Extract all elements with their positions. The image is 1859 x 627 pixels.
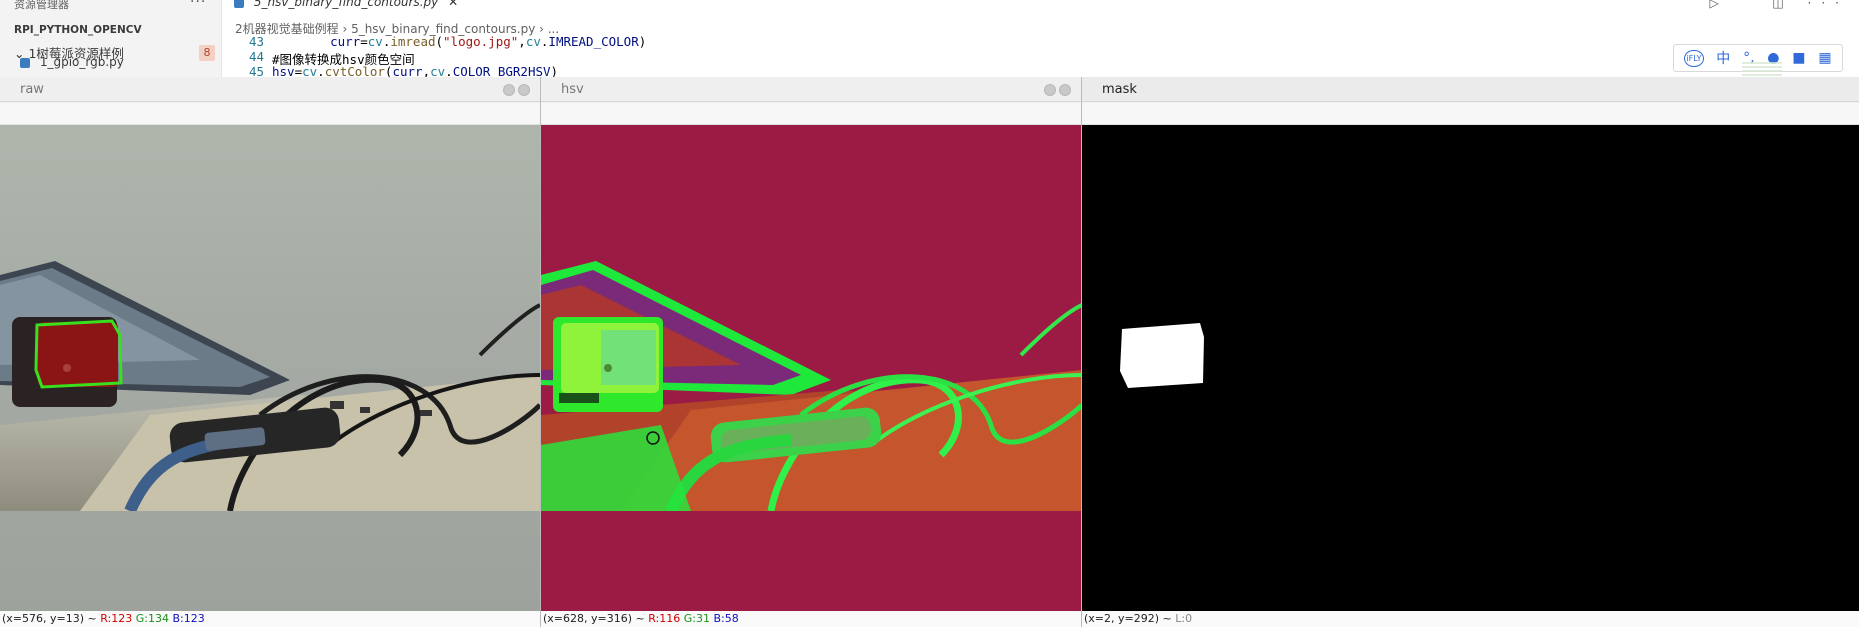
- status-bar: (x=628, y=316) ~ R:116 G:31 B:58: [541, 611, 1081, 627]
- cursor-position: (x=628, y=316) ~: [543, 612, 649, 625]
- window-titlebar[interactable]: raw: [0, 77, 540, 102]
- window-title: raw: [20, 82, 44, 97]
- blue-value: B:58: [713, 612, 739, 625]
- window-toolbar: [1082, 103, 1859, 125]
- luminance-value: L:0: [1175, 612, 1193, 625]
- explorer-more-button[interactable]: ···: [190, 0, 206, 10]
- cursor-position: (x=2, y=292) ~: [1084, 612, 1176, 625]
- chinese-mode-icon[interactable]: 中: [1716, 48, 1730, 68]
- python-file-icon: [20, 57, 30, 68]
- close-icon[interactable]: [518, 84, 530, 96]
- green-value: G:31: [683, 612, 710, 625]
- opencv-window-hsv[interactable]: hsv (x=628, y=316) ~ R:116 G:31 B:58: [540, 77, 1081, 627]
- minimap[interactable]: [1742, 62, 1782, 78]
- red-value: R:116: [648, 612, 681, 625]
- file-item[interactable]: 1_gpio_rgb.py: [20, 55, 124, 69]
- window-title: mask: [1102, 82, 1137, 97]
- mask-image[interactable]: [1082, 125, 1859, 611]
- window-controls[interactable]: [503, 84, 530, 96]
- hsv-image[interactable]: [541, 125, 1081, 611]
- window-title: hsv: [561, 82, 584, 97]
- python-file-icon: [234, 0, 244, 8]
- blue-value: B:123: [172, 612, 205, 625]
- minimize-icon[interactable]: [1044, 84, 1056, 96]
- mask-image-drawing: [1120, 323, 1204, 388]
- window-titlebar[interactable]: hsv: [541, 77, 1081, 102]
- green-value: G:134: [135, 612, 169, 625]
- code-line: curr=cv.imread("logo.jpg",cv.IMREAD_COLO…: [330, 34, 647, 49]
- ifly-logo-icon[interactable]: iFLY: [1684, 49, 1704, 67]
- tab-label: 5_hsv_binary_find_contours.py: [253, 0, 439, 9]
- grid-menu-icon[interactable]: ▦: [1818, 50, 1831, 66]
- status-bar: (x=576, y=13) ~ R:123 G:134 B:123: [0, 611, 540, 627]
- problems-badge: 8: [199, 45, 215, 61]
- window-toolbar: [0, 103, 540, 125]
- raw-image[interactable]: [0, 125, 540, 611]
- line-number: 43: [248, 34, 264, 49]
- cursor-position: (x=576, y=13) ~: [2, 612, 101, 625]
- hsv-image-drawing: [541, 261, 1081, 511]
- window-titlebar[interactable]: mask: [1082, 77, 1859, 102]
- desktop: 资源管理器 ··· RPI_PYTHON_OPENCV ⌄ 1树莓派资源样例 8…: [0, 0, 1859, 627]
- line-number: 44: [248, 49, 264, 64]
- status-bar: (x=2, y=292) ~ L:0: [1082, 611, 1859, 627]
- opencv-window-raw[interactable]: raw (x=576, y=13) ~ R:123 G:134 B:123: [0, 77, 540, 627]
- red-value: R:123: [100, 612, 133, 625]
- explorer-header: 资源管理器: [14, 0, 69, 11]
- window-controls[interactable]: [1044, 84, 1071, 96]
- minimize-icon[interactable]: [503, 84, 515, 96]
- window-toolbar: [541, 103, 1081, 125]
- opencv-window-mask[interactable]: mask (x=2, y=292) ~ L:0: [1081, 77, 1859, 627]
- project-root[interactable]: RPI_PYTHON_OPENCV: [14, 24, 142, 36]
- close-icon[interactable]: ✕: [448, 0, 458, 9]
- file-label: 1_gpio_rgb.py: [39, 55, 124, 69]
- close-icon[interactable]: [1059, 84, 1071, 96]
- user-icon[interactable]: ■: [1792, 50, 1805, 66]
- raw-image-drawing: [0, 261, 540, 511]
- editor-actions[interactable]: ▷ ˅ ◫ ···: [1710, 0, 1849, 10]
